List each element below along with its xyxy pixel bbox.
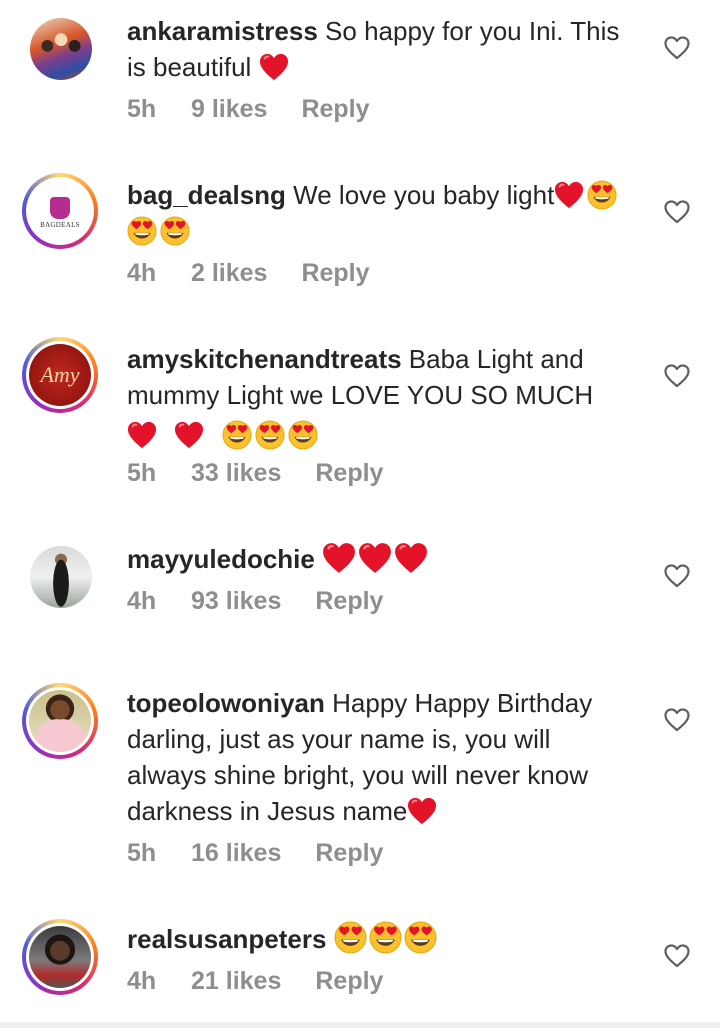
like-count[interactable]: 21 likes [191,967,281,996]
avatar[interactable]: Amy [22,337,98,413]
reply-button[interactable]: Reply [315,587,383,616]
avatar[interactable]: BAGDEALS [22,173,98,249]
comment-time: 5h [127,839,157,867]
reply-button[interactable]: Reply [315,459,383,488]
comment-username[interactable]: ankaramistress [127,16,318,46]
avatar[interactable] [22,538,98,614]
like-count[interactable]: 33 likes [191,459,281,488]
heart-eyes-emoji-icon [255,420,285,450]
comment-time: 5h [127,95,157,123]
divider [0,1022,720,1028]
comment-meta: 4h 2 likes Reply [127,259,370,288]
comment-text: topeolowoniyan Happy Happy Birthday darl… [127,685,627,829]
heart-eyes-emoji-icon [160,216,190,246]
reply-button[interactable]: Reply [301,259,369,288]
red-heart-emoji-icon [407,796,437,826]
bag-icon [50,197,70,219]
red-heart-emoji-icon [174,420,204,450]
reply-button[interactable]: Reply [315,839,383,868]
reply-button[interactable]: Reply [301,95,369,124]
comment-body: We love you baby light [293,180,555,210]
comment-time: 4h [127,967,157,995]
heart-outline-icon[interactable] [664,944,690,968]
comment-meta: 5h 16 likes Reply [127,839,383,868]
like-count[interactable]: 2 likes [191,259,267,288]
red-heart-emoji-icon [322,542,356,574]
comment-text: realsusanpeters [127,921,627,957]
comment-time: 4h [127,587,157,615]
emoji-group [407,796,440,826]
heart-eyes-emoji-icon [127,216,157,246]
heart-eyes-emoji-icon [288,420,318,450]
comment-meta: 5h 33 likes Reply [127,459,383,488]
heart-eyes-emoji-icon [587,180,617,210]
like-count[interactable]: 93 likes [191,587,281,616]
comment-text: bag_dealsng We love you baby light [127,177,627,249]
red-heart-emoji-icon [127,420,157,450]
comment-text: mayyuledochie [127,541,627,577]
avatar[interactable] [22,683,98,759]
comment-time: 5h [127,459,157,487]
comment-username[interactable]: mayyuledochie [127,544,315,574]
red-heart-emoji-icon [259,52,289,82]
heart-outline-icon[interactable] [664,364,690,388]
comment-username[interactable]: amyskitchenandtreats [127,344,402,374]
avatar-label: BAGDEALS [40,221,80,229]
comment-text: ankaramistress So happy for you Ini. Thi… [127,13,627,85]
comment-text: amyskitchenandtreats Baba Light and mumm… [127,341,647,453]
comment-meta: 4h 93 likes Reply [127,587,383,616]
emoji-group [322,544,431,574]
like-count[interactable]: 16 likes [191,839,281,868]
comment-meta: 4h 21 likes Reply [127,967,383,996]
heart-outline-icon[interactable] [664,200,690,224]
heart-outline-icon[interactable] [664,708,690,732]
comment-username[interactable]: bag_dealsng [127,180,286,210]
emoji-group [259,52,292,82]
comment-username[interactable]: topeolowoniyan [127,688,325,718]
red-heart-emoji-icon [358,542,392,574]
comment-time: 4h [127,259,157,287]
emoji-group [334,924,440,954]
heart-eyes-emoji-icon [334,921,367,954]
like-count[interactable]: 9 likes [191,95,267,124]
avatar-label: Amy [40,362,80,387]
heart-eyes-emoji-icon [404,921,437,954]
heart-eyes-emoji-icon [222,420,252,450]
avatar[interactable] [22,10,98,86]
heart-outline-icon[interactable] [664,564,690,588]
emoji-group [127,417,321,453]
red-heart-emoji-icon [554,180,584,210]
heart-eyes-emoji-icon [369,921,402,954]
reply-button[interactable]: Reply [315,967,383,996]
comment-meta: 5h 9 likes Reply [127,95,370,124]
avatar[interactable] [22,919,98,995]
red-heart-emoji-icon [394,542,428,574]
comment-username[interactable]: realsusanpeters [127,924,326,954]
heart-outline-icon[interactable] [664,36,690,60]
